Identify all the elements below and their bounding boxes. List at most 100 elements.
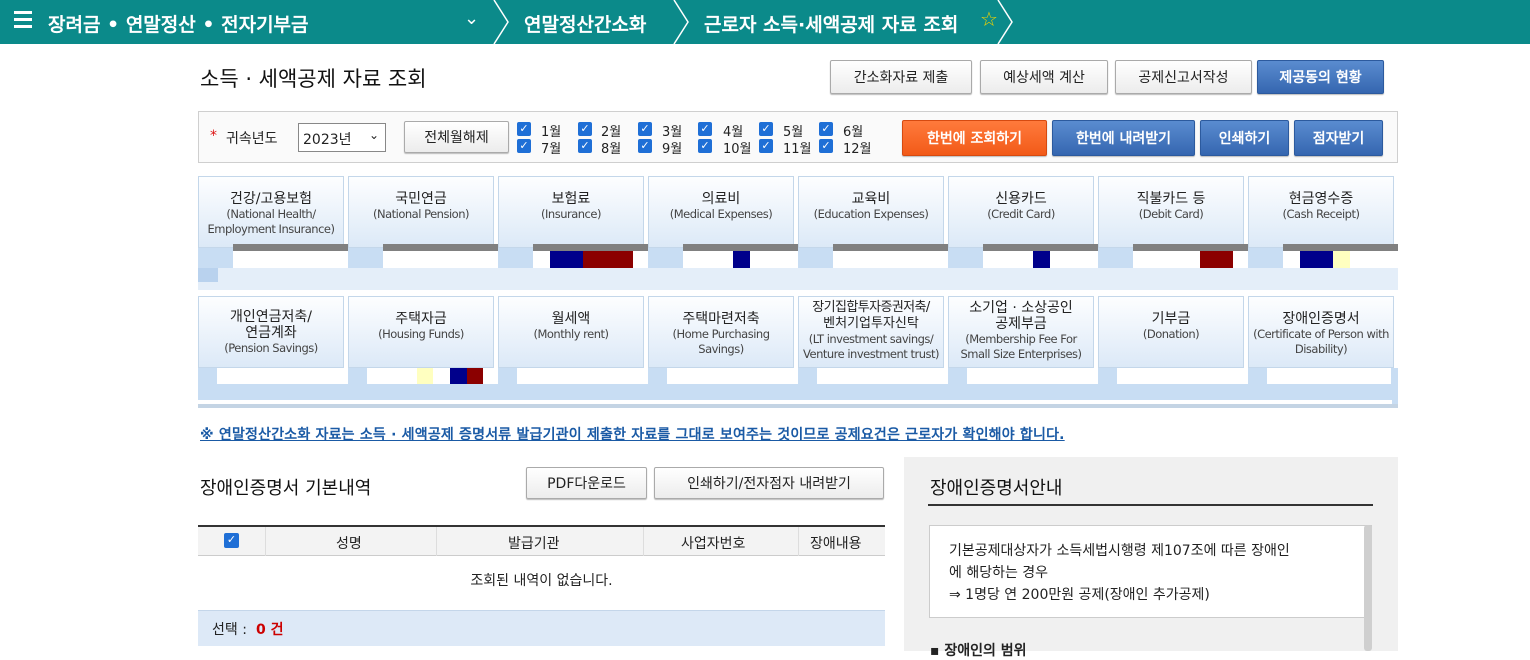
page-title: 소득 · 세액공제 자료 조회: [200, 67, 427, 91]
category-home-savings[interactable]: 주택마련저축 (Home Purchasing Savings): [648, 296, 794, 368]
month-label: 11월: [783, 142, 812, 157]
month-label: 8월: [601, 142, 622, 157]
year-value: 2023년: [303, 132, 352, 148]
month-checkbox[interactable]: ✓: [698, 122, 712, 136]
toggle-all-months-button[interactable]: 전체월해제: [404, 121, 509, 153]
top-nav-bar: 장려금 • 연말정산 • 전자기부금 ⌄ 연말정산간소화 근로자 소득·세액공제…: [0, 0, 1530, 44]
category-donation[interactable]: 기부금 (Donation): [1098, 296, 1244, 368]
month-checkbox[interactable]: ✓: [698, 139, 712, 153]
menu-icon[interactable]: [14, 11, 32, 29]
month-checkbox[interactable]: ✓: [517, 139, 531, 153]
estimate-tax-button[interactable]: 예상세액 계산: [980, 60, 1108, 94]
guide-title: 장애인증명서안내: [930, 478, 1063, 499]
data-marker: [417, 368, 433, 384]
category-small-business[interactable]: 소기업 · 소상공인 공제부금 (Membership Fee For Smal…: [948, 296, 1094, 368]
selected-label: 선택 :: [212, 622, 247, 638]
data-marker: [467, 368, 483, 384]
month-checkbox[interactable]: ✓: [578, 139, 592, 153]
divider-bar: [833, 244, 948, 251]
month-strip: [833, 251, 948, 268]
month-checkbox[interactable]: ✓: [517, 122, 531, 136]
data-marker: [450, 368, 467, 384]
guide-scrollbar[interactable]: [1364, 525, 1372, 651]
column-header-disability[interactable]: 장애내용: [810, 533, 862, 553]
divider-bar: [533, 244, 648, 251]
divider-bar: [233, 244, 348, 251]
month-label: 10월: [723, 142, 752, 157]
month-checkbox[interactable]: ✓: [759, 122, 773, 136]
month-label: 7월: [541, 142, 562, 157]
deduction-form-button[interactable]: 공제신고서작성: [1115, 60, 1252, 94]
year-label: 귀속년도: [226, 131, 278, 147]
data-marker: [583, 251, 633, 268]
divider-bar: [1283, 244, 1398, 251]
print-button[interactable]: 인쇄하기: [1200, 120, 1289, 156]
column-divider: [436, 527, 437, 556]
column-header-business-no[interactable]: 사업자번호: [681, 533, 745, 553]
braille-button[interactable]: 점자받기: [1294, 120, 1383, 156]
breadcrumb-simplified[interactable]: 연말정산간소화: [524, 10, 646, 37]
row-divider: [198, 268, 1398, 290]
guide-bullet: ▪ 장애인의 범위: [930, 643, 1027, 659]
guide-line: 기본공제대상자가 소득세법시행령 제107조에 따른 장애인: [949, 543, 1290, 559]
category-debit-card[interactable]: 직불카드 등 (Debit Card): [1098, 176, 1244, 248]
breadcrumb-separator-icon: [673, 0, 689, 44]
category-monthly-rent[interactable]: 월세액 (Monthly rent): [498, 296, 644, 368]
category-health-insurance[interactable]: 건강/고용보험 (National Health/ Employment Ins…: [198, 176, 344, 248]
month-strip: [817, 368, 948, 384]
month-strip: [667, 368, 798, 384]
month-strip: [1267, 368, 1391, 384]
month-strip: [233, 251, 348, 268]
column-header-name[interactable]: 성명: [336, 533, 362, 553]
row-divider-tab: [198, 268, 218, 282]
column-header-issuer[interactable]: 발급기관: [508, 533, 560, 553]
category-lt-investment[interactable]: 장기집합투자증권저축/ 벤처기업투자신탁 (LT investment savi…: [798, 296, 944, 368]
category-pension-savings[interactable]: 개인연금저축/ 연금계좌 (Pension Savings): [198, 296, 344, 368]
month-strip: [517, 368, 648, 384]
category-medical[interactable]: 의료비 (Medical Expenses): [648, 176, 794, 248]
divider-bar: [1133, 244, 1248, 251]
year-select[interactable]: 2023년 ⌄: [298, 123, 386, 152]
divider-bar: [383, 244, 498, 251]
month-checkbox[interactable]: ✓: [638, 122, 652, 136]
category-credit-card[interactable]: 신용카드 (Credit Card): [948, 176, 1094, 248]
month-checkbox[interactable]: ✓: [759, 139, 773, 153]
breadcrumb-separator-icon: [493, 0, 509, 44]
month-label: 9월: [662, 142, 683, 157]
month-checkbox[interactable]: ✓: [578, 122, 592, 136]
breadcrumb-category[interactable]: 장려금 • 연말정산 • 전자기부금: [48, 10, 309, 37]
category-insurance[interactable]: 보험료 (Insurance): [498, 176, 644, 248]
breadcrumb-current: 근로자 소득·세액공제 자료 조회: [704, 14, 959, 36]
guide-line: ⇒ 1명당 연 200만원 공제(장애인 추가공제): [949, 587, 1210, 603]
data-marker: [1033, 251, 1050, 268]
category-cash-receipt[interactable]: 현금영수증 (Cash Receipt): [1248, 176, 1394, 248]
select-all-checkbox[interactable]: ✓: [224, 533, 239, 548]
breadcrumb-separator-icon: [997, 0, 1013, 44]
section-title: 장애인증명서 기본내역: [200, 478, 372, 499]
required-mark: *: [210, 128, 217, 144]
month-checkbox[interactable]: ✓: [638, 139, 652, 153]
download-all-button[interactable]: 한번에 내려받기: [1052, 120, 1195, 156]
column-divider: [265, 527, 266, 556]
empty-message: 조회된 내역이 없습니다.: [470, 573, 613, 589]
month-checkbox[interactable]: ✓: [819, 122, 833, 136]
month-strip: [383, 251, 498, 268]
divider-bar: [983, 244, 1098, 251]
month-checkbox[interactable]: ✓: [819, 139, 833, 153]
data-marker: [1333, 251, 1350, 268]
consent-status-button[interactable]: 제공동의 현황: [1257, 60, 1384, 94]
category-housing-funds[interactable]: 주택자금 (Housing Funds): [348, 296, 494, 368]
print-braille-download-button[interactable]: 인쇄하기/전자점자 내려받기: [654, 467, 884, 499]
category-education[interactable]: 교육비 (Education Expenses): [798, 176, 944, 248]
category-disability-cert[interactable]: 장애인증명서 (Certificate of Person with Disab…: [1248, 296, 1394, 368]
query-all-button[interactable]: 한번에 조회하기: [902, 120, 1047, 156]
submit-simplified-button[interactable]: 간소화자료 제출: [830, 60, 972, 94]
chevron-down-icon[interactable]: ⌄: [464, 8, 479, 29]
selection-bar: [198, 610, 885, 646]
notice-link[interactable]: ※ 연말정산간소화 자료는 소득 · 세액공제 증명서류 발급기관이 제출한 자…: [200, 424, 1065, 444]
data-marker: [550, 251, 583, 268]
pdf-download-button[interactable]: PDF다운로드: [526, 467, 647, 499]
data-marker: [733, 251, 750, 268]
column-divider: [643, 527, 644, 556]
category-national-pension[interactable]: 국민연금 (National Pension): [348, 176, 494, 248]
